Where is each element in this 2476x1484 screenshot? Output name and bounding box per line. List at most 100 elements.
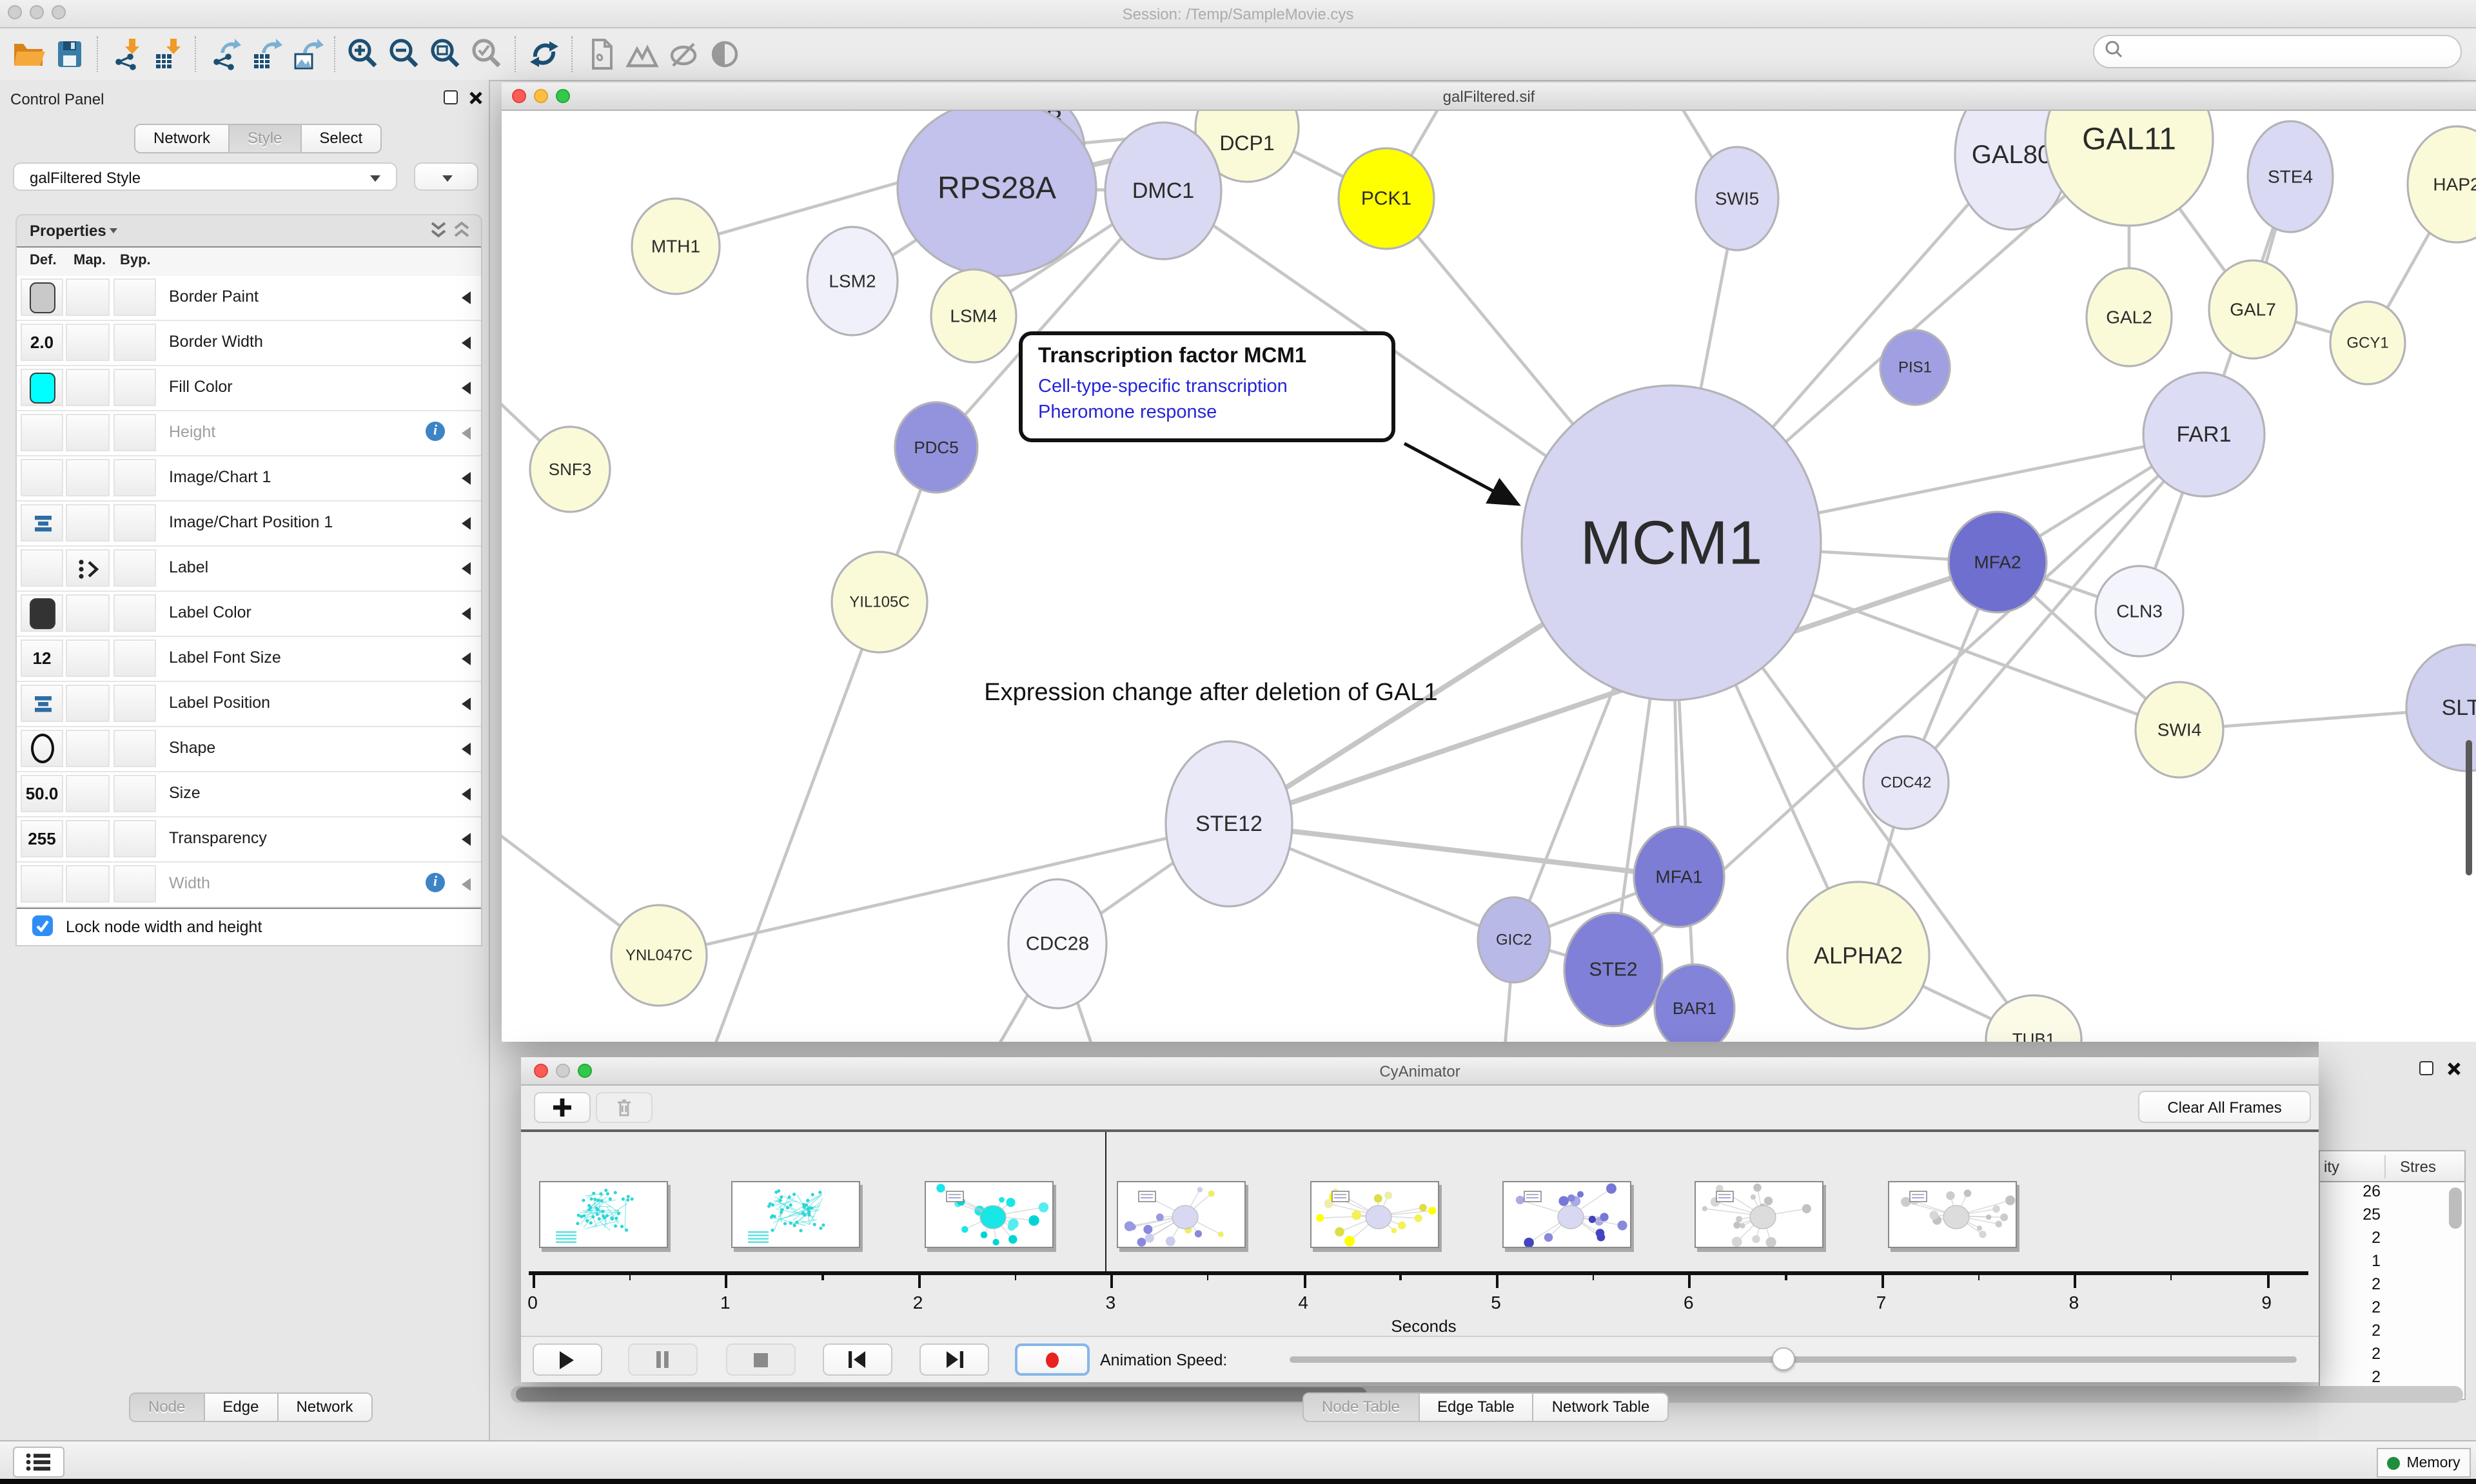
tab-node[interactable]: Node (129, 1392, 204, 1422)
import-network-icon[interactable] (106, 34, 147, 75)
table-vertical-scrollbar[interactable] (2449, 1187, 2462, 1229)
property-row-transparency[interactable]: 255Transparency (17, 817, 481, 863)
network-canvas[interactable]: RPS28BDCP1RPS28ADMC1PCK1MTH1LSM2LSM4SNF3… (502, 111, 2476, 1042)
table-row[interactable]: 1 (2320, 1252, 2446, 1275)
tab-network[interactable]: Network (134, 124, 230, 153)
timeline-playhead[interactable] (1105, 1132, 1106, 1271)
pause-button[interactable] (628, 1343, 698, 1376)
skip-end-button[interactable] (919, 1343, 989, 1376)
network-node-gic2[interactable]: GIC2 (1478, 897, 1550, 982)
network-node-mfa1[interactable]: MFA1 (1634, 826, 1724, 927)
network-node-gal2[interactable]: GAL2 (2087, 268, 2172, 366)
tab-network-bottom[interactable]: Network (278, 1392, 372, 1422)
table-row[interactable]: 2 (2320, 1298, 2446, 1322)
network-edge[interactable] (659, 824, 1229, 955)
refresh-view-icon[interactable] (524, 34, 565, 75)
export-network-icon[interactable] (204, 34, 245, 75)
property-row-border-width[interactable]: 2.0Border Width (17, 321, 481, 366)
network-node-ynl047c[interactable]: YNL047C (611, 905, 707, 1006)
save-session-icon[interactable] (49, 34, 90, 75)
style-select-dropdown[interactable]: galFiltered Style (13, 162, 397, 191)
stop-button[interactable] (726, 1343, 796, 1376)
table-row[interactable]: 25 (2320, 1206, 2446, 1229)
tab-network-table[interactable]: Network Table (1534, 1392, 1669, 1422)
network-node-rps28a[interactable]: RPS28A (898, 111, 1096, 276)
network-node-gcy1[interactable]: GCY1 (2330, 302, 2405, 384)
skip-start-button[interactable] (823, 1343, 892, 1376)
slider-knob[interactable] (1771, 1347, 1794, 1371)
animation-frame-3s[interactable] (1117, 1181, 1246, 1248)
property-row-fill-color[interactable]: Fill Color (17, 366, 481, 411)
tab-select[interactable]: Select (301, 124, 382, 153)
import-table-icon[interactable] (147, 34, 188, 75)
export-table-icon[interactable] (245, 34, 286, 75)
network-node-far1[interactable]: FAR1 (2143, 373, 2265, 496)
network-node-mth1[interactable]: MTH1 (632, 199, 720, 294)
network-node-dmc1[interactable]: DMC1 (1105, 122, 1221, 259)
network-node-gal11[interactable]: GAL11 (2045, 111, 2213, 226)
property-row-border-paint[interactable]: Border Paint (17, 276, 481, 321)
properties-header[interactable]: Properties (17, 215, 481, 246)
animation-speed-slider[interactable] (1290, 1356, 2297, 1363)
table-row[interactable]: 2 (2320, 1322, 2446, 1345)
annotation-link[interactable]: Cell-type-specific transcription (1038, 374, 1376, 400)
network-node-snf3[interactable]: SNF3 (530, 427, 610, 512)
animation-frame-4s[interactable] (1310, 1181, 1439, 1248)
tab-style[interactable]: Style (230, 124, 301, 153)
animation-frame-1s[interactable] (732, 1181, 861, 1248)
tab-edge[interactable]: Edge (204, 1392, 278, 1422)
network-node-yil105c[interactable]: YIL105C (832, 552, 927, 652)
property-row-height[interactable]: Heighti (17, 411, 481, 456)
animation-frame-7s[interactable] (1888, 1181, 2017, 1248)
annotation-box[interactable]: Transcription factor MCM1 Cell-type-spec… (1019, 331, 1395, 442)
play-button[interactable] (533, 1343, 602, 1376)
property-row-size[interactable]: 50.0Size (17, 772, 481, 817)
float-panel-icon[interactable] (444, 90, 458, 104)
zoom-fit-icon[interactable] (426, 34, 467, 75)
node-table-header[interactable]: ity Stres (2320, 1151, 2464, 1182)
network-vertical-scrollbar[interactable] (2466, 740, 2472, 875)
network-node-pck1[interactable]: PCK1 (1339, 148, 1434, 249)
network-node-ste12[interactable]: STE12 (1166, 741, 1292, 906)
collapse-all-icon[interactable] (453, 220, 471, 246)
animation-frame-0s[interactable] (539, 1181, 668, 1248)
animation-frame-6s[interactable] (1695, 1181, 1824, 1248)
property-row-shape[interactable]: Shape (17, 727, 481, 772)
property-row-label-color[interactable]: Label Color (17, 592, 481, 637)
table-row[interactable]: 2 (2320, 1229, 2446, 1252)
network-node-mfa2[interactable]: MFA2 (1949, 512, 2047, 612)
record-button[interactable] (1015, 1343, 1090, 1376)
hide-graphics-details-icon[interactable] (663, 34, 704, 75)
network-node-ste4[interactable]: STE4 (2248, 121, 2333, 232)
cyanimator-titlebar[interactable]: CyAnimator (521, 1057, 2319, 1086)
network-node-lsm2[interactable]: LSM2 (807, 227, 898, 335)
tab-edge-table[interactable]: Edge Table (1419, 1392, 1534, 1422)
property-row-image-chart-1[interactable]: Image/Chart 1 (17, 456, 481, 502)
network-node-swi5[interactable]: SWI5 (1696, 147, 1778, 250)
tab-node-table[interactable]: Node Table (1302, 1392, 1419, 1422)
animation-timeline[interactable]: 0123456789 Seconds (521, 1132, 2319, 1336)
network-node-ste2[interactable]: STE2 (1564, 913, 1662, 1026)
show-graphics-details-icon[interactable] (704, 34, 745, 75)
network-node-alpha2[interactable]: ALPHA2 (1787, 882, 1929, 1029)
clear-all-frames-button[interactable]: Clear All Frames (2138, 1091, 2311, 1123)
network-node-pdc5[interactable]: PDC5 (895, 402, 978, 493)
search-box[interactable] (2093, 35, 2462, 68)
annotation-link[interactable]: Pheromone response (1038, 400, 1376, 427)
network-node-cdc28[interactable]: CDC28 (1008, 879, 1106, 1008)
export-image-icon[interactable] (286, 34, 328, 75)
style-options-dropdown-button[interactable] (414, 162, 478, 191)
search-input[interactable] (2123, 41, 2437, 62)
close-panel-icon[interactable] (468, 89, 484, 112)
animation-frame-5s[interactable] (1502, 1181, 1631, 1248)
zoom-out-icon[interactable] (384, 34, 426, 75)
property-row-width[interactable]: Widthi (17, 863, 481, 908)
network-node-swi4[interactable]: SWI4 (2136, 682, 2223, 777)
float-panel-icon[interactable] (2419, 1061, 2433, 1075)
animation-frame-2s[interactable] (925, 1181, 1054, 1248)
table-row[interactable]: 2 (2320, 1345, 2446, 1368)
property-row-label-font-size[interactable]: 12Label Font Size (17, 637, 481, 682)
zoom-selected-icon[interactable] (467, 34, 508, 75)
memory-button[interactable]: Memory (2377, 1448, 2471, 1478)
property-row-label-position[interactable]: Label Position (17, 682, 481, 727)
